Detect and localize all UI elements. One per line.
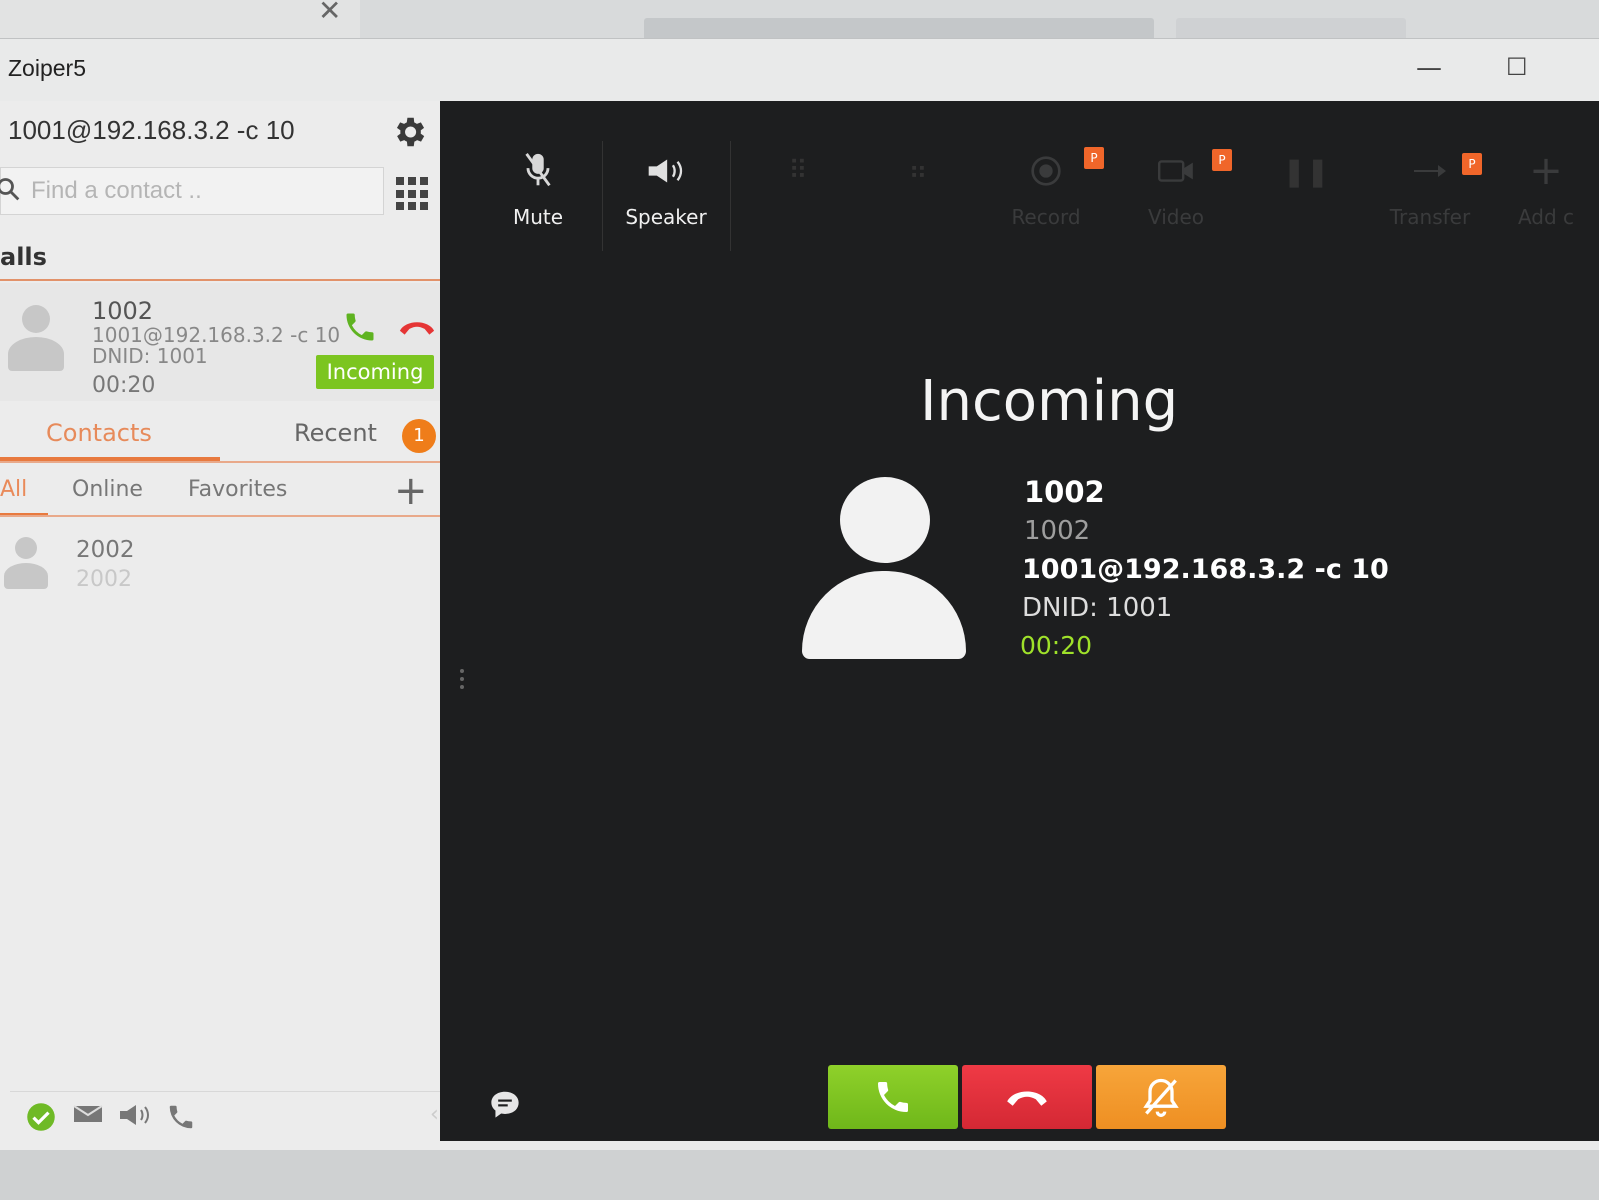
gear-icon[interactable] [390, 113, 428, 151]
video-icon [1158, 160, 1193, 182]
caller-account: 1001@192.168.3.2 -c 10 [1022, 554, 1389, 585]
recent-count-badge: 1 [402, 419, 436, 453]
screen: ✕ Zoiper5 — ☐ 1001@192.168.3.2 -c 10 Fin… [0, 0, 1599, 1200]
contact-filters: All Online Favorites + [0, 469, 446, 517]
call-dnid: DNID: 1001 [92, 344, 208, 368]
filter-favorites[interactable]: Favorites [188, 477, 287, 502]
call-state-title: Incoming [920, 369, 1179, 434]
status-badge: Incoming [316, 355, 434, 389]
bell-off-icon [1143, 1078, 1179, 1117]
collapse-icon[interactable]: ‹ [430, 1102, 439, 1127]
microphone-off-icon [525, 153, 551, 187]
chat-icon[interactable] [488, 1089, 522, 1119]
pause-icon: ❚❚ [1282, 154, 1330, 188]
reject-button[interactable] [962, 1065, 1092, 1129]
panel-resize-handle[interactable] [460, 669, 466, 693]
answer-call-icon[interactable] [340, 309, 380, 345]
call-timer: 00:20 [92, 373, 156, 398]
record-icon [1031, 156, 1061, 186]
online-status-icon[interactable] [26, 1102, 56, 1132]
filter-all[interactable]: All [0, 477, 27, 502]
conference-icon: ⠶ [908, 156, 928, 186]
tab-contacts[interactable]: Contacts [46, 419, 152, 447]
video-label: Video [1147, 205, 1205, 229]
plus-icon: + [1529, 148, 1563, 194]
speaker-icon[interactable] [118, 1102, 152, 1128]
caller-number: 1002 [1024, 516, 1091, 546]
add-call-label: Add c [1517, 205, 1575, 229]
dialpad-icon[interactable] [396, 177, 430, 211]
mute-label: Mute [512, 205, 564, 229]
divider [0, 279, 446, 281]
contact-name: 2002 [76, 537, 135, 563]
status-bar: ‹ [10, 1091, 450, 1135]
window-title: Zoiper5 [8, 55, 86, 81]
call-name: 1002 [92, 297, 154, 325]
zoiper-window: Zoiper5 — ☐ 1001@192.168.3.2 -c 10 Find … [0, 38, 1599, 1158]
hangup-icon[interactable] [398, 317, 436, 337]
monitor-bezel [0, 1150, 1599, 1200]
speaker-icon [648, 159, 683, 183]
answer-button[interactable] [828, 1065, 958, 1129]
call-panel: Mute Speaker ⠿ ⠶ Record P Video P ❚❚ Tra… [440, 101, 1599, 1141]
filter-online[interactable]: Online [72, 477, 143, 502]
maximize-button[interactable]: ☐ [1506, 53, 1528, 81]
sidebar: 1001@192.168.3.2 -c 10 alls [0, 101, 450, 1151]
phone-icon [878, 1082, 908, 1112]
keypad-button[interactable]: ⠿ [738, 151, 858, 229]
speaker-button[interactable]: Speaker [606, 151, 726, 229]
close-icon: ✕ [318, 0, 342, 27]
list-item[interactable]: 2002 2002 [0, 525, 446, 605]
silence-button[interactable] [1096, 1065, 1226, 1129]
background-window: ✕ [0, 0, 362, 40]
conference-button[interactable]: ⠶ [858, 151, 978, 229]
keypad-icon: ⠿ [788, 156, 808, 186]
divider [602, 141, 603, 251]
transfer-label: Transfer [1389, 205, 1471, 229]
add-contact-button[interactable]: + [394, 469, 428, 513]
caller-avatar [802, 477, 966, 661]
call-toolbar: Mute Speaker ⠿ ⠶ Record P Video P ❚❚ Tra… [440, 101, 1599, 251]
account-label: 1001@192.168.3.2 -c 10 [8, 115, 295, 145]
record-label: Record [1011, 205, 1081, 229]
tab-recent[interactable]: Recent [294, 419, 377, 447]
add-call-button[interactable]: + Add c [1496, 151, 1596, 229]
caller-dnid: DNID: 1001 [1022, 593, 1173, 623]
hold-button[interactable]: ❚❚ [1246, 151, 1366, 229]
transfer-icon [1414, 165, 1446, 177]
pro-badge: P [1084, 147, 1104, 169]
active-call-row[interactable]: 1002 1001@192.168.3.2 -c 10 DNID: 1001 0… [0, 283, 446, 401]
mail-icon[interactable] [72, 1102, 104, 1126]
search-box [0, 167, 384, 215]
pro-badge: P [1212, 149, 1232, 171]
search-input[interactable] [31, 174, 371, 208]
minimize-button[interactable]: — [1416, 53, 1442, 83]
divider [0, 461, 446, 463]
speaker-label: Speaker [625, 205, 707, 229]
divider [0, 515, 446, 517]
search-icon [0, 178, 20, 201]
avatar [8, 305, 64, 371]
calls-header: alls [0, 243, 47, 271]
title-bar: Zoiper5 — ☐ [0, 39, 1599, 101]
mute-button[interactable]: Mute [478, 151, 598, 229]
call-forward-icon[interactable] [166, 1102, 196, 1132]
pro-badge: P [1462, 153, 1482, 175]
caller-name: 1002 [1024, 475, 1105, 509]
contacts-tabs: Contacts Recent 1 [0, 411, 446, 461]
contact-number: 2002 [76, 567, 132, 592]
divider [730, 141, 731, 251]
avatar [4, 537, 48, 589]
call-timer: 00:20 [1020, 631, 1093, 660]
hangup-icon [1007, 1091, 1047, 1106]
